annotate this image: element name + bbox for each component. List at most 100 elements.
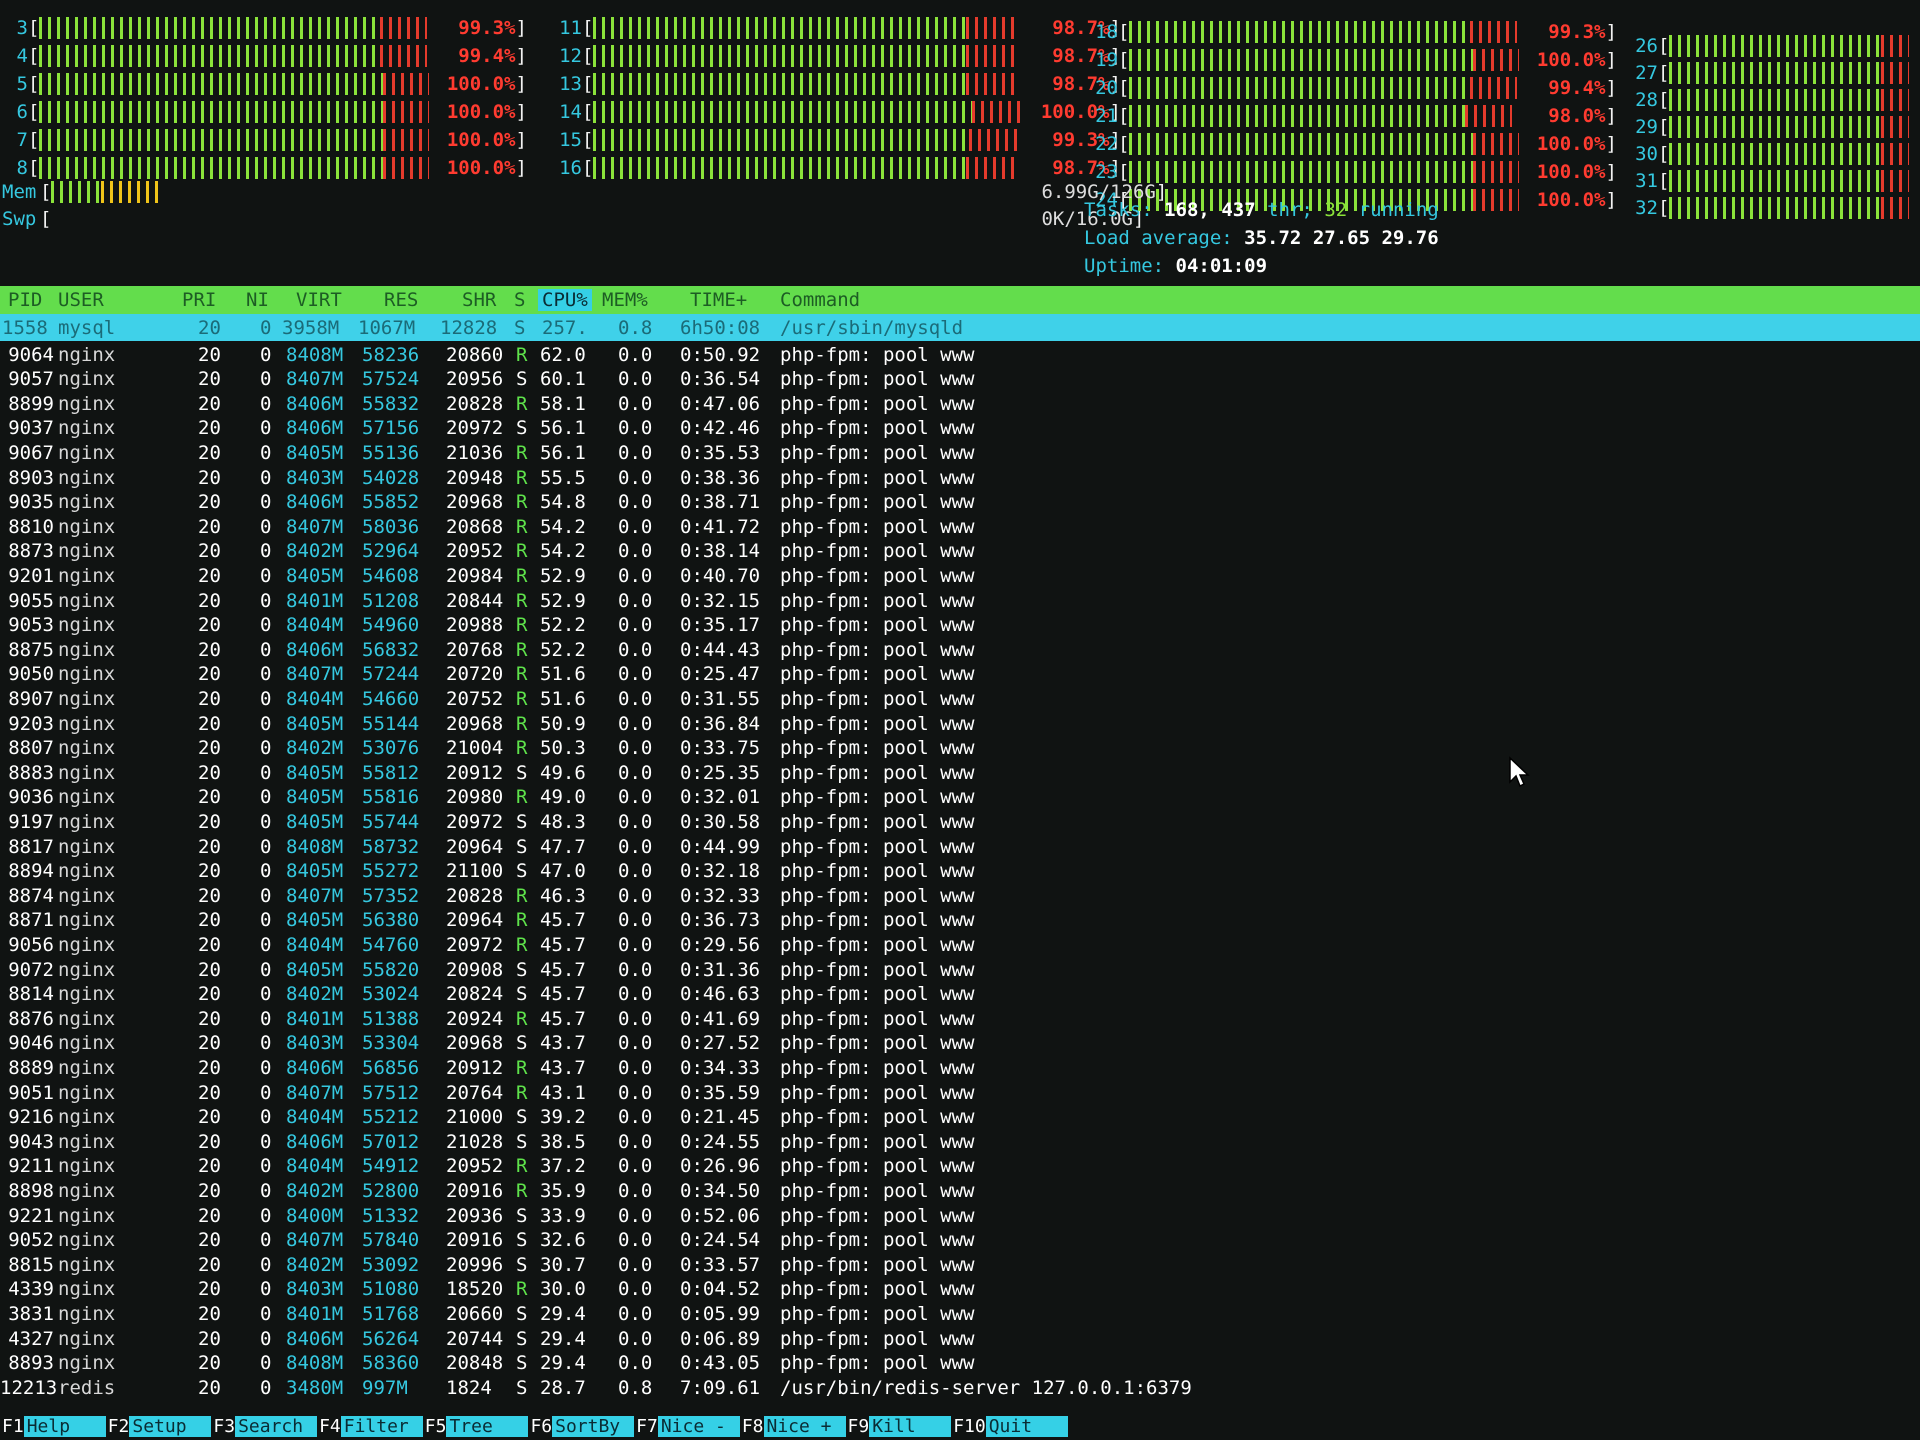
process-row[interactable]: 8894 nginx 20 0 8405M 55272 21100 S 47.0 0.0 0:32.… [0, 859, 1920, 884]
cell-pri: 20 [198, 1106, 221, 1129]
column-res[interactable]: RES [384, 289, 418, 311]
function-key-bar[interactable]: F1 Help F2 Setup F3 Search F4 Filter F5 Tree F6 Sor… [0, 1412, 1920, 1440]
cell-cpu: 47.7 [540, 835, 586, 858]
process-row[interactable]: 9050 nginx 20 0 8407M 57244 20720 R 51.6 0.0 0:25.… [0, 662, 1920, 687]
cpu-id: 30 [1635, 142, 1658, 165]
process-row[interactable]: 8876 nginx 20 0 8401M 51388 20924 R 45.7 0.0 0:41.… [0, 1006, 1920, 1031]
process-row[interactable]: 9035 nginx 20 0 8406M 55852 20968 R 54.8 0.0 0:38.… [0, 490, 1920, 515]
cell-res: 55744 [362, 810, 420, 833]
column-pid[interactable]: PID [8, 289, 42, 311]
cell-pid: 8889 [8, 1056, 54, 1079]
cell-command: php-fpm: pool www [780, 786, 975, 809]
process-row[interactable]: 8907 nginx 20 0 8404M 54660 20752 R 51.6 0.0 0:31.… [0, 686, 1920, 711]
process-row[interactable]: 9053 nginx 20 0 8404M 54960 20988 R 52.2 0.0 0:35.… [0, 613, 1920, 638]
process-row[interactable]: 12213 redis 20 0 3480M 997M 1824 S 28.7 0.8 7:09.6… [0, 1375, 1920, 1400]
process-row[interactable]: 8889 nginx 20 0 8406M 56856 20912 R 43.7 0.0 0:34.… [0, 1055, 1920, 1080]
process-row[interactable]: 9056 nginx 20 0 8404M 54760 20972 R 45.7 0.0 0:29.… [0, 932, 1920, 957]
fkey-f4[interactable]: F4 Filter [317, 1415, 423, 1437]
process-row[interactable]: 9197 nginx 20 0 8405M 55744 20972 S 48.3 0.0 0:30.… [0, 809, 1920, 834]
process-row[interactable]: 9203 nginx 20 0 8405M 55144 20968 R 50.9 0.0 0:36.… [0, 711, 1920, 736]
process-row[interactable]: 9037 nginx 20 0 8406M 57156 20972 S 56.1 0.0 0:42.… [0, 416, 1920, 441]
process-row[interactable]: 9051 nginx 20 0 8407M 57512 20764 R 43.1 0.0 0:35.… [0, 1080, 1920, 1105]
cell-shr: 20952 [446, 540, 504, 563]
column-user[interactable]: USER [58, 289, 104, 311]
column-mem[interactable]: MEM% [602, 289, 648, 311]
process-row[interactable]: 8883 nginx 20 0 8405M 55812 20912 S 49.6 0.0 0:25.… [0, 760, 1920, 785]
process-row[interactable]: 8874 nginx 20 0 8407M 57352 20828 R 46.3 0.0 0:32.… [0, 883, 1920, 908]
selected-process-row[interactable]: 1558 mysql 20 0 3958M 1067M 12828 S 257.… [0, 314, 1920, 341]
process-row[interactable]: 9036 nginx 20 0 8405M 55816 20980 R 49.0 0.0 0:32.… [0, 785, 1920, 810]
cell-res: 57012 [362, 1130, 420, 1153]
process-row[interactable]: 9043 nginx 20 0 8406M 57012 21028 S 38.5 0.0 0:24.… [0, 1129, 1920, 1154]
cell-pid: 9036 [8, 786, 54, 809]
fkey-f3[interactable]: F3 Search [211, 1415, 318, 1437]
column-pri[interactable]: PRI [182, 289, 216, 311]
process-row[interactable]: 9072 nginx 20 0 8405M 55820 20908 S 45.7 0.0 0:31.… [0, 957, 1920, 982]
cell-state: R [516, 589, 528, 612]
load-15min: 29.76 [1381, 227, 1439, 249]
cell-pid: 9067 [8, 441, 54, 464]
fkey-f8[interactable]: F8 Nice + [740, 1415, 846, 1437]
process-row[interactable]: 8873 nginx 20 0 8402M 52964 20952 R 54.2 0.0 0:38.… [0, 539, 1920, 564]
process-row[interactable]: 8893 nginx 20 0 8408M 58360 20848 S 29.4 0.0 0:43.… [0, 1351, 1920, 1376]
cell-pri: 20 [198, 564, 221, 587]
process-row[interactable]: 8817 nginx 20 0 8408M 58732 20964 S 47.7 0.0 0:44.… [0, 834, 1920, 859]
process-row[interactable]: 8898 nginx 20 0 8402M 52800 20916 R 35.9 0.0 0:34.… [0, 1178, 1920, 1203]
cell-command: php-fpm: pool www [780, 958, 975, 981]
column-time[interactable]: TIME+ [690, 289, 747, 311]
process-row[interactable]: 9057 nginx 20 0 8407M 57524 20956 S 60.1 0.0 0:36.… [0, 367, 1920, 392]
process-row[interactable]: 8903 nginx 20 0 8403M 54028 20948 R 55.5 0.0 0:38.… [0, 465, 1920, 490]
cell-pid: 8903 [8, 466, 54, 489]
cell-shr: 21100 [446, 860, 504, 883]
process-row[interactable]: 8807 nginx 20 0 8402M 53076 21004 R 50.3 0.0 0:33.… [0, 736, 1920, 761]
fkey-f1[interactable]: F1 Help [0, 1415, 106, 1437]
fkey-f5[interactable]: F5 Tree [423, 1415, 529, 1437]
cell-cpu: 62.0 [540, 343, 586, 366]
cell-cpu: 38.5 [540, 1130, 586, 1153]
fkey-f10[interactable]: F10 Quit [951, 1415, 1068, 1437]
fkey-f7[interactable]: F7 Nice - [634, 1415, 740, 1437]
process-table-header[interactable]: PID USER PRI NI VIRT RES SHR S CPU% MEM%… [0, 286, 1920, 314]
process-row[interactable]: 8815 nginx 20 0 8402M 53092 20996 S 30.7 0.0 0:33.… [0, 1252, 1920, 1277]
column-ni[interactable]: NI [246, 289, 269, 311]
cell-ni: 0 [260, 316, 272, 339]
process-row[interactable]: 4327 nginx 20 0 8406M 56264 20744 S 29.4 0.0 0:06.… [0, 1326, 1920, 1351]
process-row[interactable]: 9067 nginx 20 0 8405M 55136 21036 R 56.1 0.0 0:35.… [0, 440, 1920, 465]
process-row[interactable]: 8875 nginx 20 0 8406M 56832 20768 R 52.2 0.0 0:44.… [0, 637, 1920, 662]
cpu-usage-bar [593, 44, 1023, 67]
cell-time: 0:26.96 [680, 1155, 761, 1178]
process-row[interactable]: 9201 nginx 20 0 8405M 54608 20984 R 52.9 0.0 0:40.… [0, 563, 1920, 588]
cell-virt: 8406M [286, 392, 344, 415]
fkey-f6[interactable]: F6 SortBy [528, 1415, 635, 1437]
column-command[interactable]: Command [780, 289, 860, 311]
column-virt[interactable]: VIRT [296, 289, 342, 311]
cell-shr: 20964 [446, 909, 504, 932]
cell-pri: 20 [198, 417, 221, 440]
column-cpu-sorted[interactable]: CPU% [538, 289, 592, 311]
cell-shr: 20988 [446, 614, 504, 637]
process-row[interactable]: 8899 nginx 20 0 8406M 55832 20828 R 58.1 0.0 0:47.… [0, 391, 1920, 416]
cell-mem: 0.8 [618, 1376, 653, 1399]
process-row[interactable]: 9055 nginx 20 0 8401M 51208 20844 R 52.9 0.0 0:32.… [0, 588, 1920, 613]
process-row[interactable]: 9046 nginx 20 0 8403M 53304 20968 S 43.7 0.0 0:27.… [0, 1031, 1920, 1056]
process-row[interactable]: 8810 nginx 20 0 8407M 58036 20868 R 54.2 0.0 0:41.… [0, 514, 1920, 539]
fkey-f9[interactable]: F9 Kill [846, 1415, 952, 1437]
process-row[interactable]: 8814 nginx 20 0 8402M 53024 20824 S 45.7 0.0 0:46.… [0, 982, 1920, 1007]
column-shr[interactable]: SHR [462, 289, 496, 311]
process-row[interactable]: 9052 nginx 20 0 8407M 57840 20916 S 32.6 0.0 0:24.… [0, 1228, 1920, 1253]
cell-res: 54028 [362, 466, 420, 489]
column-s[interactable]: S [514, 289, 525, 311]
fkey-f2[interactable]: F2 Setup [106, 1415, 212, 1437]
process-row[interactable]: 4339 nginx 20 0 8403M 51080 18520 R 30.0 0.0 0:04.… [0, 1277, 1920, 1302]
process-row[interactable]: 3831 nginx 20 0 8401M 51768 20660 S 29.4 0.0 0:05.… [0, 1301, 1920, 1326]
cpu-meter-3: 3[99.3%] [2, 14, 527, 41]
cpu-id: 29 [1635, 115, 1658, 138]
process-row[interactable]: 8871 nginx 20 0 8405M 56380 20964 R 45.7 0.0 0:36.… [0, 908, 1920, 933]
process-row[interactable]: 9216 nginx 20 0 8404M 55212 21000 S 39.2 0.0 0:21.… [0, 1105, 1920, 1130]
process-row[interactable]: 9211 nginx 20 0 8404M 54912 20952 R 37.2 0.0 0:26.… [0, 1154, 1920, 1179]
cell-ni: 0 [260, 1056, 272, 1079]
cell-res: 55832 [362, 392, 420, 415]
process-row[interactable]: 9221 nginx 20 0 8400M 51332 20936 S 33.9 0.0 0:52.… [0, 1203, 1920, 1228]
cell-mem: 0.0 [618, 1032, 653, 1055]
process-row[interactable]: 9064 nginx 20 0 8408M 58236 20860 R 62.0 0.0 0:50.… [0, 342, 1920, 367]
